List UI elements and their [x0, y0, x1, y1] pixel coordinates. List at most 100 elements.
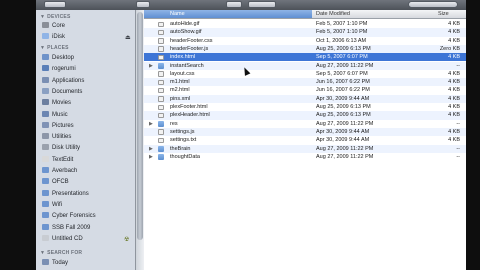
file-name: instantSearch [170, 62, 204, 69]
folder-icon [42, 223, 49, 230]
file-name: settings.txt [170, 137, 197, 144]
search-field[interactable] [408, 1, 458, 8]
disclosure-triangle-icon[interactable]: ▶ [149, 153, 153, 161]
column-header-size[interactable]: Size [438, 10, 449, 19]
file-date: Apr 30, 2009 9:44 AM [316, 128, 370, 135]
sidebar-item-label: Applications [52, 77, 85, 84]
folder-row[interactable]: ▶ theBrain Aug 27, 2009 11:22 PM -- [144, 144, 466, 153]
file-size: 4 KB [448, 29, 460, 36]
file-date: Sep 5, 2007 6:07 PM [316, 54, 368, 61]
file-date: Feb 5, 2007 1:10 PM [316, 21, 368, 27]
file-size: -- [456, 62, 460, 69]
file-name: res [170, 120, 178, 127]
sidebar-item-place[interactable]: TextEdit [42, 155, 132, 165]
sidebar-item-label: OFCB [52, 179, 69, 186]
sidebar-scrollbar[interactable] [136, 10, 144, 270]
sidebar-item-place[interactable]: Cyber Forensics [42, 212, 132, 221]
file-row[interactable]: plexHeader.html Aug 25, 2009 6:13 PM 4 KB [144, 111, 466, 120]
sidebar-item-place[interactable]: Documents [42, 87, 132, 97]
back-forward-button[interactable] [44, 1, 66, 8]
file-row[interactable]: m2.html Jun 16, 2007 6:22 PM 4 KB [144, 86, 466, 94]
document-icon [158, 46, 164, 52]
sidebar-item-label: Presentations [52, 190, 89, 197]
file-name: headerFooter.css [170, 37, 213, 44]
file-row[interactable]: headerFooter.css Oct 1, 2006 6:13 AM 4 KB [144, 37, 466, 45]
sidebar-item-label: Wifi [52, 201, 62, 208]
file-row[interactable]: index.html Sep 5, 2007 6:07 PM 4 KB [144, 53, 466, 62]
view-icon-button[interactable] [136, 1, 150, 8]
sidebar-item-place[interactable]: Movies [42, 99, 132, 108]
folder-icon [158, 121, 164, 127]
file-date: Aug 27, 2009 11:22 PM [316, 62, 374, 69]
sidebar-item-label: Utilities [52, 134, 72, 141]
column-header-bar: Name Date Modified Size [144, 10, 466, 19]
document-icon [158, 71, 164, 77]
hard-drive-icon [42, 22, 49, 28]
sidebar-item-label: Music [52, 111, 68, 118]
file-row[interactable]: headerFooter.js Aug 25, 2009 6:13 PM Zero … [144, 44, 466, 54]
file-size: 4 KB [448, 37, 460, 44]
sidebar-item-device[interactable]: iDisk [42, 33, 132, 42]
sidebar-item-place[interactable]: Utilities [42, 133, 132, 142]
disclosure-triangle-icon[interactable]: ▶ [149, 62, 153, 70]
sidebar-item-place[interactable]: SSB Fall 2009 [42, 223, 132, 233]
file-size: 4 KB [448, 128, 460, 135]
sidebar-scroll-thumb[interactable] [137, 12, 143, 240]
file-name: autoShow.gif [170, 29, 202, 36]
file-name: m2.html [170, 87, 190, 94]
file-name: index.html [170, 54, 196, 61]
file-date: Aug 25, 2009 6:13 PM [316, 45, 371, 52]
file-size: -- [456, 145, 460, 152]
file-size: 4 KB [448, 112, 460, 119]
sidebar-item-place[interactable]: Averbach [42, 167, 132, 176]
file-row[interactable]: m1.html Jun 16, 2007 6:22 PM 4 KB [144, 78, 466, 87]
sidebar-item-place[interactable]: OFCB [42, 178, 132, 187]
disclosure-triangle-icon[interactable]: ▶ [149, 120, 153, 128]
file-row[interactable]: settings.txt Apr 30, 2009 9:44 AM 4 KB [144, 136, 466, 144]
folder-row[interactable]: ▶ thoughtData Aug 27, 2009 11:22 PM -- [144, 153, 466, 161]
file-row[interactable]: plexFooter.html Aug 25, 2009 6:13 PM 4 KB [144, 103, 466, 111]
folder-row[interactable]: ▶ res Aug 27, 2009 11:22 PM -- [144, 120, 466, 128]
devices-header: ▼ DEVICES [40, 14, 71, 20]
folder-icon [42, 200, 49, 207]
quick-look-button[interactable] [226, 1, 242, 8]
document-icon [158, 21, 164, 27]
column-header-date[interactable]: Date Modified [316, 10, 350, 19]
file-row[interactable]: autoHide.gif Feb 5, 2007 1:10 PM 4 KB [144, 20, 466, 28]
sidebar-item-place[interactable]: rogerumi [42, 65, 132, 74]
file-date: Aug 25, 2009 6:13 PM [316, 104, 371, 110]
folder-row[interactable]: ▶ instantSearch Aug 27, 2009 11:22 PM -- [144, 61, 466, 70]
file-name: layout.css [170, 70, 195, 77]
finder-window: ▼ DEVICES ▼ PLACES ▼ SEARCH FOR ⏏ ☢ Core iDi… [36, 0, 466, 270]
sidebar-item-place[interactable]: Wifi [42, 200, 132, 210]
document-icon [158, 137, 164, 144]
sidebar-item-place[interactable]: Desktop [42, 54, 132, 63]
sidebar-item-label: Averbach [52, 168, 78, 174]
file-row[interactable]: autoShow.gif Feb 5, 2007 1:10 PM 4 KB [144, 28, 466, 37]
sidebar-item-label: TextEdit [52, 156, 74, 163]
sidebar-item-place[interactable]: Presentations [42, 189, 132, 199]
file-date: Feb 5, 2007 1:10 PM [316, 29, 368, 36]
textedit-icon [42, 155, 49, 162]
column-header-name[interactable]: Name [144, 10, 312, 18]
action-button[interactable] [248, 1, 276, 8]
sidebar-item-place[interactable]: Pictures [42, 121, 132, 131]
sidebar-item-place[interactable]: Untitled CD [42, 234, 132, 244]
sidebar-item-place[interactable]: Disk Utility [42, 144, 132, 153]
sidebar-item-device[interactable]: Core [42, 22, 132, 31]
file-row[interactable]: layout.css Sep 5, 2007 6:07 PM 4 KB [144, 70, 466, 78]
document-icon [158, 96, 164, 102]
file-row[interactable]: pins.xml Apr 30, 2009 9:44 AM 4 KB [144, 94, 466, 103]
sidebar-item-label: Core [52, 23, 66, 29]
disclosure-triangle-icon[interactable]: ▶ [149, 145, 153, 153]
sidebar-item-search[interactable]: Today [42, 259, 132, 268]
folder-icon [158, 154, 164, 160]
file-row[interactable]: settings.js Apr 30, 2009 9:44 AM 4 KB [144, 127, 466, 137]
folder-icon [158, 63, 164, 69]
disk-utility-icon [42, 144, 49, 151]
sidebar-item-label: Documents [52, 88, 83, 95]
sidebar-item-place[interactable]: Music [42, 110, 132, 120]
document-icon [158, 112, 164, 119]
sidebar-item-place[interactable]: Applications [42, 76, 132, 86]
movies-icon [42, 99, 49, 106]
